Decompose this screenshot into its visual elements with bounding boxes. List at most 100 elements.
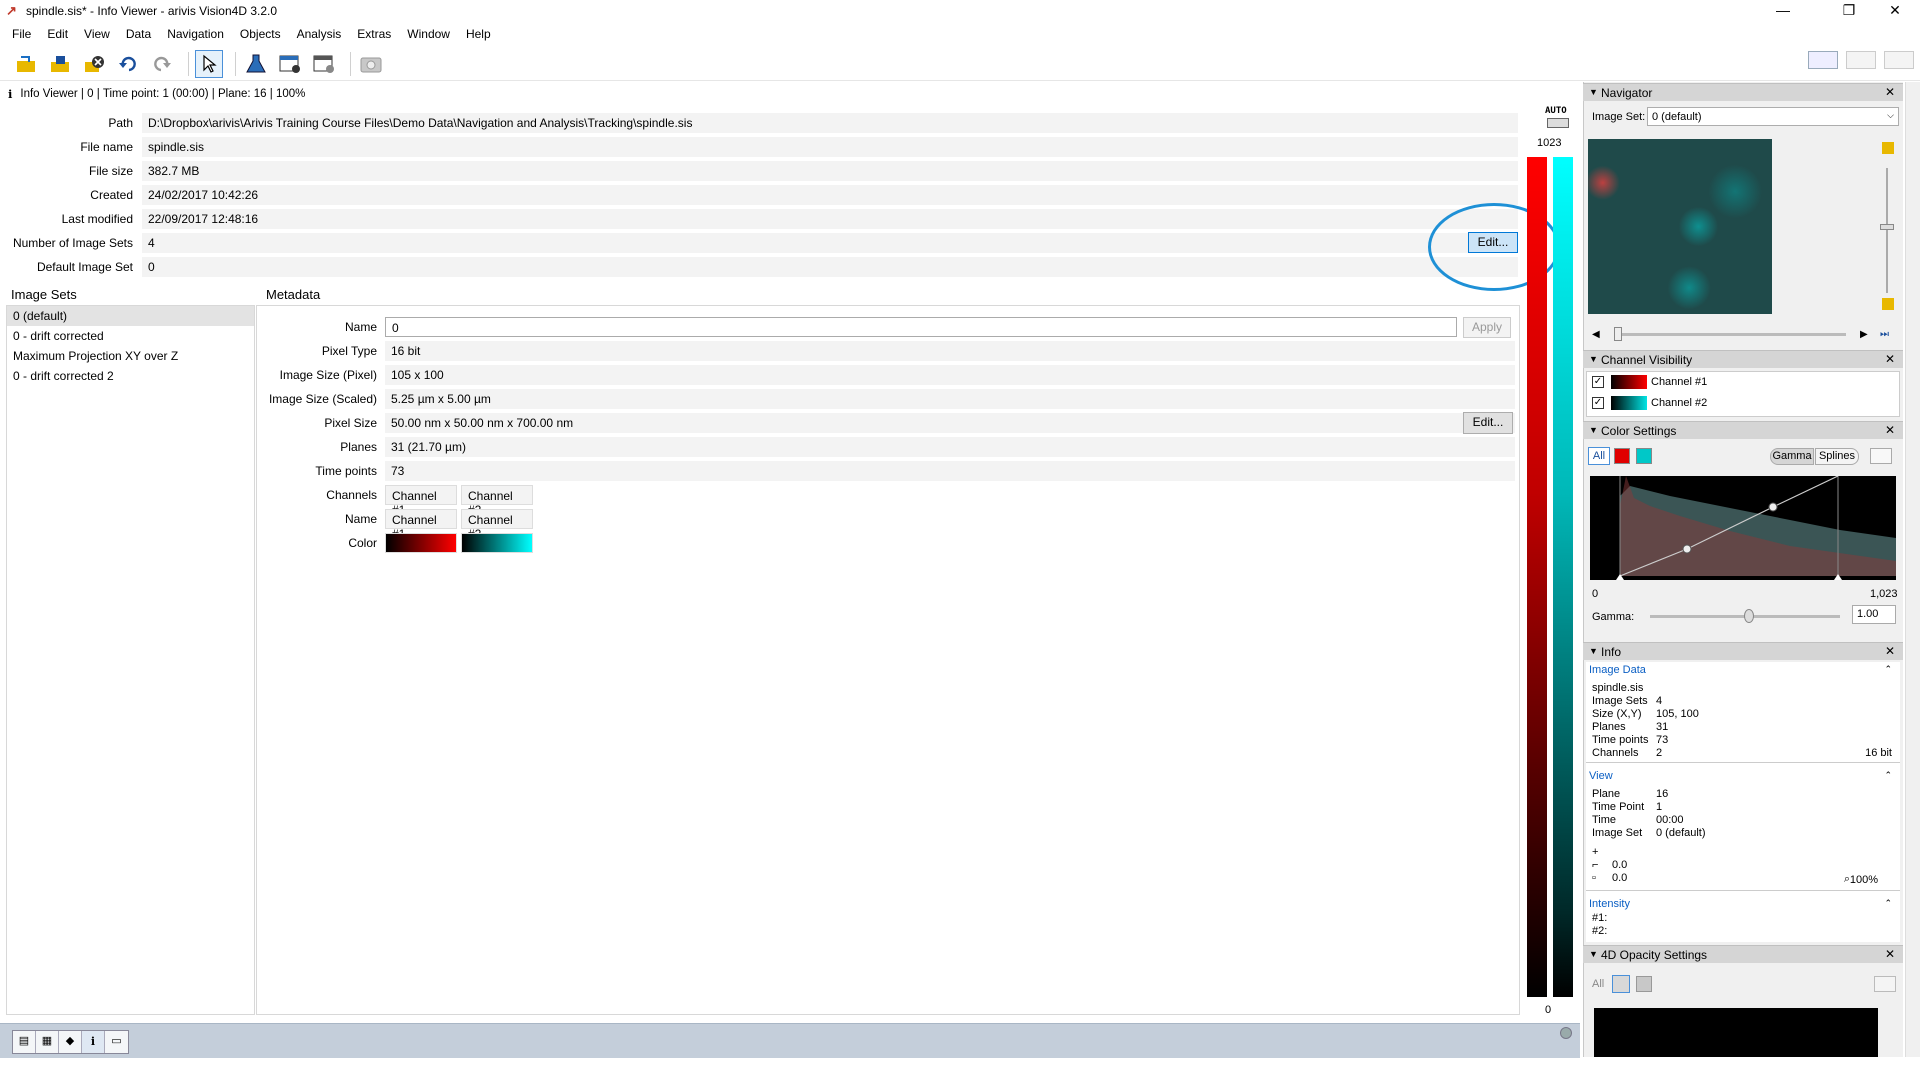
channel-visibility-header[interactable]: ▼ Channel Visibility ✕ (1583, 350, 1903, 368)
zoom-in-icon[interactable] (1882, 142, 1894, 154)
menu-view[interactable]: View (78, 27, 120, 41)
metadata-value: 16 bit (385, 341, 1515, 361)
right-panel-scrollbar[interactable] (1905, 82, 1920, 1057)
camera-icon[interactable] (357, 50, 385, 78)
close-panel-icon[interactable]: ✕ (1885, 85, 1895, 99)
menu-extras[interactable]: Extras (351, 27, 401, 41)
open-file-icon[interactable] (12, 50, 40, 78)
objects-table-icon[interactable] (276, 50, 304, 78)
layout-split-icon[interactable] (1846, 51, 1876, 69)
opacity-all-button[interactable]: All (1592, 978, 1604, 990)
image-set-item[interactable]: 0 - drift corrected (7, 326, 254, 346)
channel1-checkbox[interactable]: ✓ (1592, 376, 1604, 388)
channel1-select-button[interactable] (1614, 448, 1630, 464)
image-set-item[interactable]: 0 (default) (7, 306, 254, 326)
gamma-input[interactable]: 1.00 (1852, 605, 1896, 624)
undo-icon[interactable] (114, 50, 142, 78)
channel-name-chip[interactable]: Channel #1 (385, 509, 457, 541)
redo-icon[interactable] (148, 50, 176, 78)
close-panel-icon[interactable]: ✕ (1885, 947, 1895, 961)
info-title: Info (1601, 645, 1622, 659)
menu-analysis[interactable]: Analysis (291, 27, 352, 41)
close-panel-icon[interactable]: ✕ (1885, 352, 1895, 366)
menu-help[interactable]: Help (460, 27, 501, 41)
intensity-section-title[interactable]: Intensity (1589, 898, 1630, 910)
channel-color-swatch-red[interactable] (385, 533, 457, 553)
opacity-presets-icon[interactable] (1874, 976, 1896, 992)
info-panel-body: Image Data ⌃ spindle.sis Image Sets 4 Siz… (1586, 662, 1900, 942)
channel2-checkbox[interactable]: ✓ (1592, 397, 1604, 409)
menu-navigation[interactable]: Navigation (161, 27, 234, 41)
menu-data[interactable]: Data (120, 27, 161, 41)
zoom-slider-thumb[interactable] (1880, 224, 1894, 230)
all-channels-button[interactable]: All (1588, 447, 1610, 465)
image-set-item[interactable]: Maximum Projection XY over Z (7, 346, 254, 366)
close-panel-icon[interactable]: ✕ (1885, 644, 1895, 658)
play-icon[interactable]: ▶ (1860, 329, 1868, 340)
lut-bar-red[interactable] (1527, 157, 1547, 997)
metadata-label: Pixel Size (324, 416, 377, 430)
channel1-name: Channel #1 (1651, 376, 1708, 388)
splines-tab[interactable]: Splines (1815, 448, 1859, 465)
presets-menu-icon[interactable] (1870, 448, 1892, 464)
pixel-size-edit-button[interactable]: Edit... (1463, 412, 1513, 434)
lut-auto-toggle-icon[interactable] (1547, 118, 1569, 128)
opacity-channel2-button[interactable] (1636, 976, 1652, 992)
time-prev-icon[interactable]: ◀ (1592, 329, 1600, 340)
view-section-title[interactable]: View (1589, 770, 1613, 782)
channels-row: Channels Channel #1 Channel #2 (257, 484, 1519, 517)
skip-end-icon[interactable]: ⏭ (1880, 329, 1889, 340)
menu-edit[interactable]: Edit (41, 27, 78, 41)
minimize-button[interactable]: — (1762, 0, 1804, 22)
maximize-button[interactable]: ❐ (1828, 0, 1870, 22)
metadata-label: Planes (340, 440, 377, 454)
navigator-header[interactable]: ▼ Navigator ✕ (1583, 83, 1903, 101)
save-file-icon[interactable] (46, 50, 74, 78)
channel-name-chip[interactable]: Channel #2 (461, 509, 533, 541)
channel2-select-button[interactable] (1636, 448, 1652, 464)
close-file-icon[interactable] (80, 50, 108, 78)
menu-objects[interactable]: Objects (234, 27, 291, 41)
opacity-settings-header[interactable]: ▼ 4D Opacity Settings ✕ (1583, 945, 1903, 963)
color-settings-header[interactable]: ▼ Color Settings ✕ (1583, 421, 1903, 439)
close-panel-icon[interactable]: ✕ (1885, 423, 1895, 437)
navigator-thumbnail[interactable] (1588, 139, 1772, 314)
info-value: 4 (1656, 695, 1663, 707)
divider (1586, 762, 1900, 763)
measurements-icon[interactable] (310, 50, 338, 78)
opacity-channel1-button[interactable] (1612, 975, 1630, 993)
info-header[interactable]: ▼ Info ✕ (1583, 642, 1903, 660)
zoom-out-icon[interactable] (1882, 298, 1894, 310)
collapse-up-icon[interactable]: ⌃ (1884, 770, 1892, 781)
layout-options-icon[interactable] (1884, 51, 1914, 69)
gamma-slider-thumb[interactable] (1743, 609, 1754, 623)
image-set-dropdown[interactable]: 0 (default) ⌵ (1647, 107, 1899, 126)
time-slider-thumb[interactable] (1614, 327, 1622, 341)
zoom-slider-track[interactable] (1886, 168, 1888, 293)
collapse-up-icon[interactable]: ⌃ (1884, 898, 1892, 909)
time-slider-track[interactable] (1620, 333, 1846, 336)
opacity-histogram[interactable] (1594, 1008, 1878, 1057)
view-gallery-icon[interactable]: ▦ (36, 1031, 59, 1053)
channel-color-swatch-cyan[interactable] (461, 533, 533, 553)
metadata-name-input[interactable]: 0 (385, 317, 1457, 337)
lut-bar-cyan[interactable] (1553, 157, 1573, 997)
menu-file[interactable]: File (6, 27, 41, 41)
view-presentation-icon[interactable]: ▭ (105, 1031, 128, 1053)
image-data-section-title[interactable]: Image Data (1589, 664, 1646, 676)
apply-button[interactable]: Apply (1463, 317, 1511, 338)
collapse-up-icon[interactable]: ⌃ (1884, 664, 1892, 675)
histogram-chart[interactable] (1590, 476, 1896, 580)
view-3d-icon[interactable]: ◆ (59, 1031, 82, 1053)
menu-window[interactable]: Window (401, 27, 460, 41)
view-info-icon[interactable]: i (82, 1031, 105, 1053)
close-button[interactable]: ✕ (1874, 0, 1916, 22)
view-2d-icon[interactable]: ▤ (13, 1031, 36, 1053)
layout-single-icon[interactable] (1808, 51, 1838, 69)
lut-auto-label[interactable]: AUTO (1545, 106, 1567, 116)
image-set-item[interactable]: 0 - drift corrected 2 (7, 366, 254, 386)
info-value: 2 (1656, 747, 1663, 759)
analysis-flask-icon[interactable] (242, 50, 270, 78)
gamma-tab[interactable]: Gamma (1770, 448, 1814, 465)
pointer-tool-icon[interactable] (195, 49, 223, 78)
